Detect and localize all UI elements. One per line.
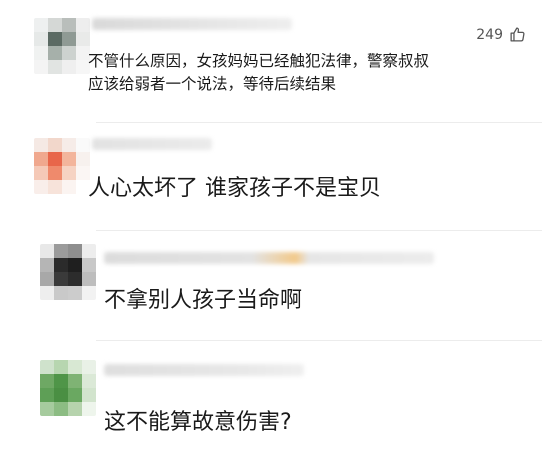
avatar-pixel (34, 18, 48, 32)
avatar-pixel (76, 138, 90, 152)
comment-text: 不拿别人孩子当命啊 (104, 288, 303, 313)
avatar-pixel (68, 374, 82, 388)
avatar-pixel (54, 244, 68, 258)
avatar-pixel (62, 46, 76, 60)
avatar-pixel (68, 388, 82, 402)
avatar[interactable] (40, 360, 96, 416)
username-blurred[interactable] (92, 138, 212, 150)
avatar-pixel (82, 374, 96, 388)
like-count: 249 (476, 26, 503, 43)
avatar-pixel (68, 286, 82, 300)
avatar-pixel (68, 360, 82, 374)
avatar-pixel (62, 166, 76, 180)
avatar-pixel (54, 402, 68, 416)
avatar-pixel (40, 374, 54, 388)
avatar-pixel (82, 388, 96, 402)
avatar-pixel (34, 166, 48, 180)
comment-item: 人心太坏了 谁家孩子不是宝贝 (0, 124, 542, 232)
avatar-pixel (82, 272, 96, 286)
avatar-pixel (48, 18, 62, 32)
avatar-pixel (34, 32, 48, 46)
comment-text: 不管什么原因，女孩妈妈已经触犯法律，警察叔叔 应该给弱者一个说法，等待后续结果 (88, 50, 528, 96)
avatar-pixel (62, 138, 76, 152)
avatar-pixel (40, 402, 54, 416)
avatar-pixel (62, 60, 76, 74)
thumbs-up-icon (509, 26, 526, 43)
avatar-pixel (40, 244, 54, 258)
avatar-pixel (54, 286, 68, 300)
avatar-pixel (82, 360, 96, 374)
avatar-pixel (34, 152, 48, 166)
avatar-pixel (62, 152, 76, 166)
avatar-pixel (54, 374, 68, 388)
avatar-pixel (48, 180, 62, 194)
avatar[interactable] (34, 138, 90, 194)
avatar-pixel (48, 152, 62, 166)
avatar-pixel (34, 138, 48, 152)
avatar-pixel (48, 166, 62, 180)
comment-item: 不拿别人孩子当命啊 (0, 232, 542, 342)
avatar-pixel (40, 286, 54, 300)
avatar-pixel (76, 32, 90, 46)
avatar-pixel (54, 388, 68, 402)
avatar-pixel (34, 60, 48, 74)
avatar-pixel (48, 32, 62, 46)
avatar-pixel (76, 152, 90, 166)
avatar-pixel (40, 360, 54, 374)
username-blurred[interactable] (104, 252, 434, 264)
avatar-pixel (76, 18, 90, 32)
divider (96, 230, 542, 231)
like-button[interactable]: 249 (476, 26, 526, 43)
avatar-pixel (68, 244, 82, 258)
username-blurred[interactable] (104, 364, 304, 376)
avatar-pixel (82, 244, 96, 258)
avatar-pixel (54, 272, 68, 286)
avatar-pixel (40, 272, 54, 286)
avatar-pixel (54, 258, 68, 272)
avatar-pixel (34, 180, 48, 194)
avatar[interactable] (40, 244, 96, 300)
avatar-pixel (40, 388, 54, 402)
comment-text-line: 不管什么原因，女孩妈妈已经触犯法律，警察叔叔 (88, 52, 430, 70)
avatar[interactable] (34, 18, 90, 74)
avatar-pixel (48, 138, 62, 152)
avatar-pixel (34, 46, 48, 60)
username-blurred[interactable] (92, 18, 292, 30)
avatar-pixel (82, 402, 96, 416)
avatar-pixel (48, 60, 62, 74)
avatar-pixel (68, 402, 82, 416)
avatar-pixel (62, 32, 76, 46)
avatar-pixel (62, 18, 76, 32)
comment-item: 这不能算故意伤害? (0, 342, 542, 458)
avatar-pixel (68, 258, 82, 272)
avatar-pixel (48, 46, 62, 60)
comment-item: 249 不管什么原因，女孩妈妈已经触犯法律，警察叔叔 应该给弱者一个说法，等待后… (0, 0, 542, 124)
avatar-pixel (40, 258, 54, 272)
comment-text: 这不能算故意伤害? (104, 410, 292, 435)
avatar-pixel (82, 286, 96, 300)
divider (96, 122, 542, 123)
avatar-pixel (62, 180, 76, 194)
divider (96, 340, 542, 341)
comment-text-line: 应该给弱者一个说法，等待后续结果 (88, 75, 337, 93)
avatar-pixel (68, 272, 82, 286)
comment-text: 人心太坏了 谁家孩子不是宝贝 (88, 176, 381, 201)
avatar-pixel (82, 258, 96, 272)
avatar-pixel (54, 360, 68, 374)
